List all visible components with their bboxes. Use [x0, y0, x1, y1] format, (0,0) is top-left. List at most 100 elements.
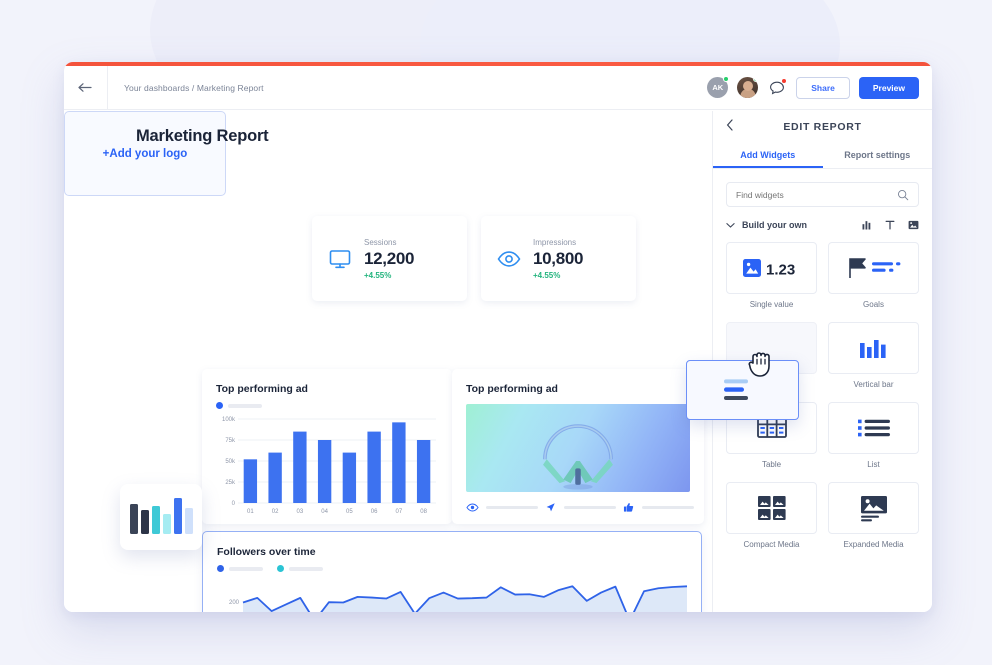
- tile-box[interactable]: [828, 482, 919, 534]
- kpi-card-sessions[interactable]: Sessions 12,200 +4.55%: [312, 216, 467, 301]
- share-button[interactable]: Share: [796, 77, 850, 99]
- legend: [216, 402, 438, 409]
- svg-text:03: 03: [297, 509, 304, 515]
- breadcrumb[interactable]: Your dashboards / Marketing Report: [108, 83, 264, 93]
- list-icon: [857, 417, 891, 439]
- notification-dot: [781, 78, 787, 84]
- svg-text:05: 05: [346, 509, 353, 515]
- preview-bar: [152, 506, 160, 534]
- widget-tile-expanded-media[interactable]: Expanded Media: [828, 482, 919, 560]
- svg-text:07: 07: [396, 509, 403, 515]
- tab-report-settings[interactable]: Report settings: [823, 143, 933, 168]
- svg-text:0: 0: [232, 501, 236, 507]
- svg-text:200: 200: [229, 600, 240, 606]
- widget-tile-compact-media[interactable]: Compact Media: [726, 482, 817, 560]
- tile-box[interactable]: 1.23: [726, 242, 817, 294]
- preview-bar: [185, 508, 193, 534]
- widget-media[interactable]: Top performing ad: [452, 369, 704, 524]
- preview-bar: [130, 504, 138, 534]
- panel-title: EDIT REPORT: [734, 121, 911, 133]
- tile-label: Vertical bar: [853, 380, 893, 389]
- metric-views[interactable]: [466, 501, 538, 514]
- legend-dot: [217, 565, 224, 572]
- section-filter-icons: [862, 220, 919, 230]
- send-icon: [544, 501, 557, 514]
- vertical-bar-icon: [858, 336, 890, 360]
- metric-shares[interactable]: [544, 501, 616, 514]
- chevron-left-icon: [726, 119, 734, 131]
- online-status-dot: [753, 77, 758, 82]
- svg-text:100k: 100k: [222, 417, 236, 423]
- collapse-panel-button[interactable]: [726, 118, 734, 136]
- widget-area-chart[interactable]: Followers over time 050100150200: [202, 531, 702, 612]
- legend: [217, 565, 687, 572]
- eye-icon: [496, 246, 522, 272]
- avatar-initials: AK: [712, 83, 723, 92]
- metric-likes[interactable]: [622, 501, 694, 514]
- legend-placeholder: [228, 404, 262, 408]
- app-window: Your dashboards / Marketing Report AK Sh…: [64, 62, 932, 612]
- panel-tabs: Add Widgets Report settings: [713, 143, 932, 169]
- image-icon[interactable]: [908, 220, 919, 230]
- tile-label: Goals: [863, 300, 884, 309]
- tile-box[interactable]: [726, 482, 817, 534]
- arrow-left-icon: [78, 82, 93, 93]
- tile-box[interactable]: [828, 322, 919, 374]
- kpi-card-impressions[interactable]: Impressions 10,800 +4.55%: [481, 216, 636, 301]
- svg-text:06: 06: [371, 509, 378, 515]
- widget-tile-single-value[interactable]: 1.23 Single value: [726, 242, 817, 320]
- bar-chart-plot: 025k50k75k100k0102030405060708: [216, 415, 438, 520]
- back-button[interactable]: [64, 66, 108, 110]
- tile-label: List: [867, 460, 879, 469]
- legend-placeholder: [289, 567, 323, 571]
- widget-tile-goals[interactable]: Goals: [828, 242, 919, 320]
- online-status-dot: [723, 76, 729, 82]
- kpi-value: 12,200: [364, 249, 414, 269]
- compact-media-icon: [757, 495, 787, 521]
- tile-box[interactable]: [828, 242, 919, 294]
- area-chart-plot: 050100150200: [217, 576, 689, 612]
- widget-tile-vertical-bar[interactable]: Vertical bar: [828, 322, 919, 400]
- tile-label: Single value: [750, 300, 794, 309]
- svg-text:08: 08: [420, 509, 427, 515]
- thumbs-up-icon: [622, 501, 635, 514]
- svg-text:04: 04: [321, 509, 328, 515]
- eye-icon: [466, 501, 479, 514]
- legend-dot: [216, 402, 223, 409]
- tile-label: Compact Media: [743, 540, 799, 549]
- legend-placeholder: [229, 567, 263, 571]
- section-label: Build your own: [742, 220, 807, 230]
- search-widgets-field[interactable]: [726, 182, 919, 207]
- preview-button[interactable]: Preview: [859, 77, 919, 99]
- widget-bar-chart[interactable]: Top performing ad 025k50k75k100k01020304…: [202, 369, 452, 524]
- avatar-photo[interactable]: [737, 77, 758, 98]
- svg-text:01: 01: [247, 509, 254, 515]
- top-bar-actions: AK Share Preview: [707, 77, 932, 99]
- build-your-own-section-header[interactable]: Build your own: [713, 220, 932, 230]
- chevron-down-icon: [726, 222, 735, 229]
- widget-tile-list[interactable]: List: [828, 402, 919, 480]
- svg-text:02: 02: [272, 509, 279, 515]
- kpi-value: 10,800: [533, 249, 583, 269]
- text-icon[interactable]: [885, 220, 895, 230]
- top-bar: Your dashboards / Marketing Report AK Sh…: [64, 66, 932, 110]
- chat-button[interactable]: [767, 78, 787, 98]
- widget-title: Followers over time: [217, 546, 687, 558]
- svg-text:50k: 50k: [225, 459, 236, 465]
- grabbing-hand-cursor: [747, 347, 777, 381]
- tile-box[interactable]: [828, 402, 919, 454]
- single-value-icon: 1.23: [741, 255, 803, 281]
- tab-add-widgets[interactable]: Add Widgets: [713, 143, 823, 168]
- add-logo-placeholder[interactable]: +Add your logo: [64, 111, 226, 196]
- kpi-delta: +4.55%: [364, 271, 414, 280]
- kpi-label: Sessions: [364, 238, 414, 247]
- search-input[interactable]: [736, 190, 897, 200]
- dragging-widget-ghost[interactable]: [686, 360, 799, 420]
- tile-label: Table: [762, 460, 781, 469]
- panel-header: EDIT REPORT: [713, 111, 932, 143]
- metric-placeholder: [642, 506, 694, 509]
- bar-chart-icon[interactable]: [862, 220, 872, 230]
- kpi-label: Impressions: [533, 238, 583, 247]
- avatar[interactable]: AK: [707, 77, 728, 98]
- page-title: Marketing Report: [136, 127, 268, 146]
